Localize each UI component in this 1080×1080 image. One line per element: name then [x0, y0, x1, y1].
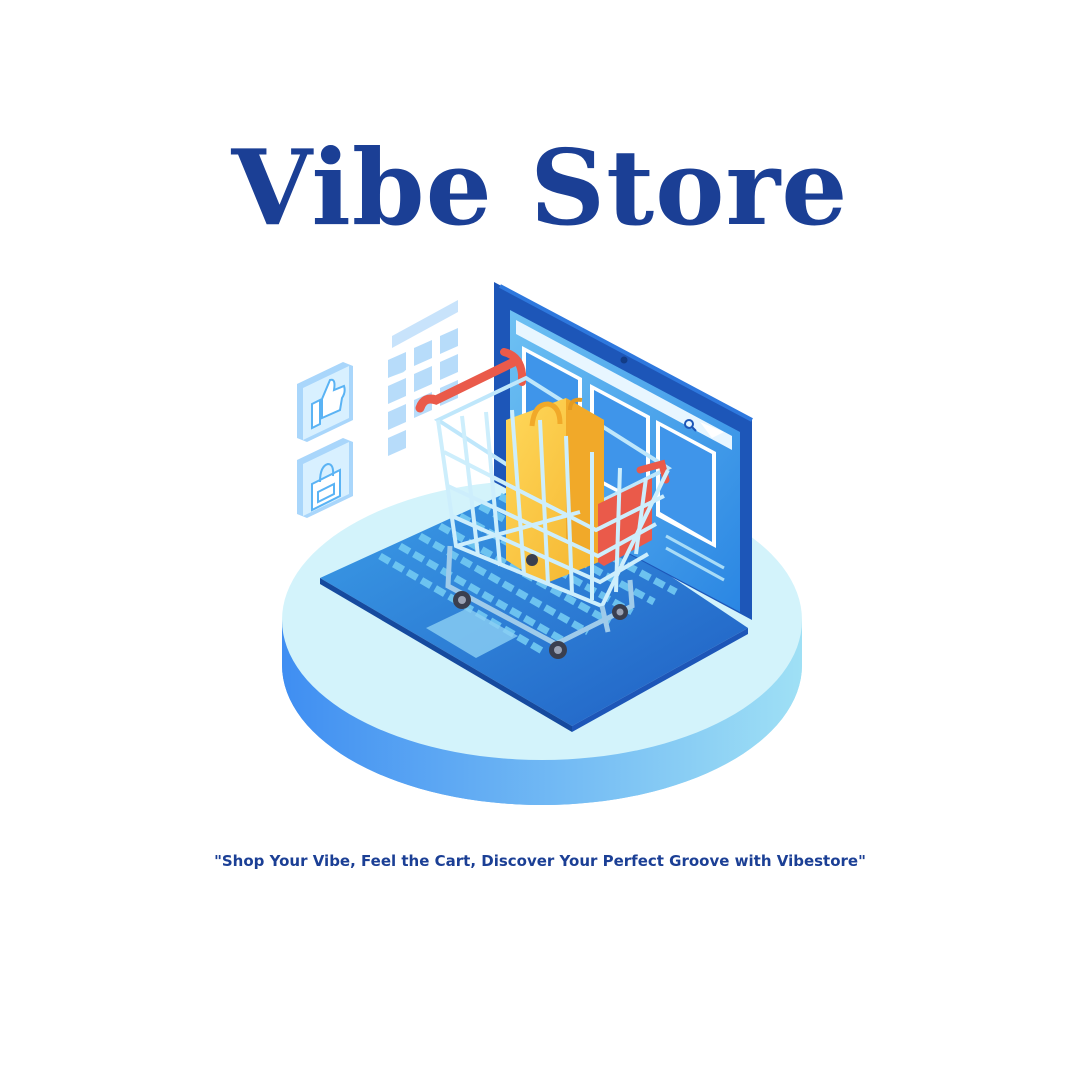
shopping-bag-icon: [297, 438, 353, 518]
tagline: "Shop Your Vibe, Feel the Cart, Discover…: [214, 852, 866, 870]
illustration: [282, 282, 802, 805]
app-grid-icon: [388, 300, 458, 456]
brand-title: Vibe Store: [231, 126, 849, 249]
thumbs-up-icon: [297, 362, 353, 442]
